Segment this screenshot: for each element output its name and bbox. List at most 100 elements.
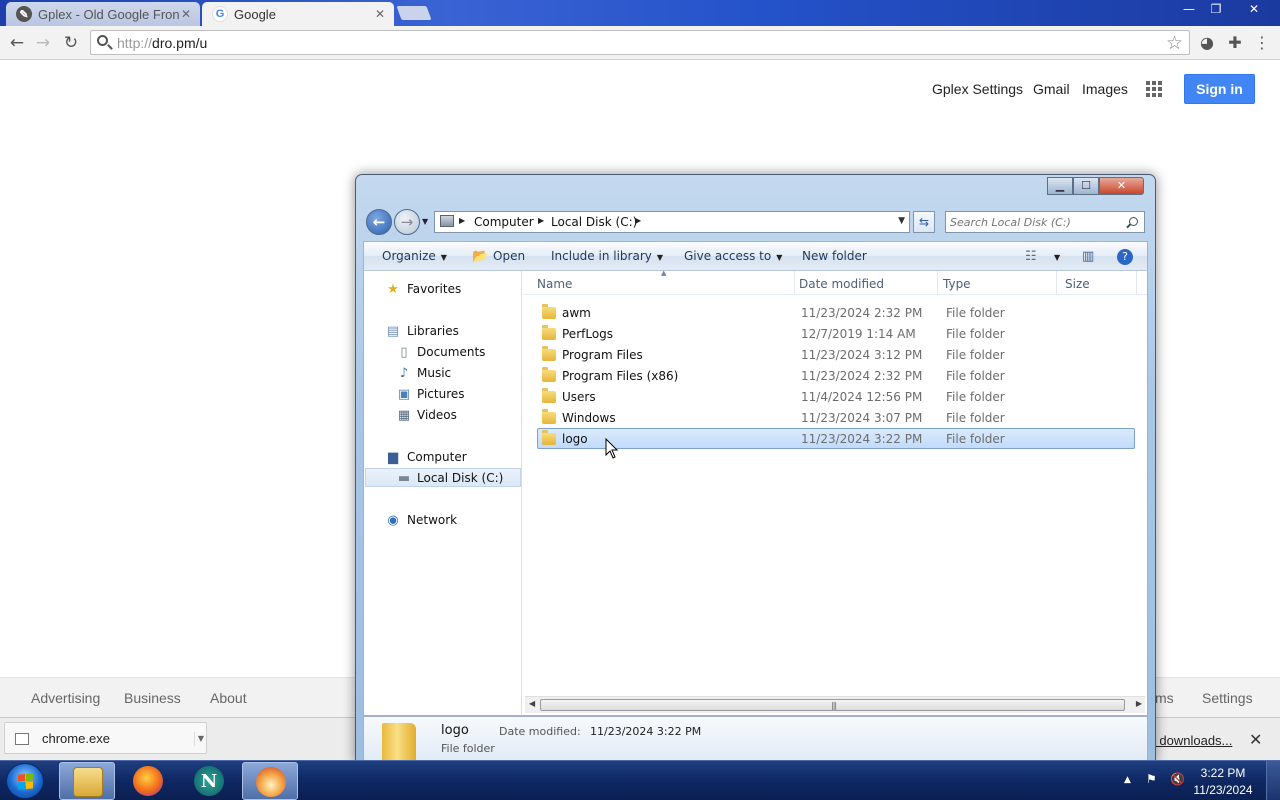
explorer-body: ★ Favorites ▤ Libraries ▯ Documents ♪ Mu… (363, 269, 1148, 716)
taskbar-firefox-button[interactable] (120, 762, 176, 800)
help-icon[interactable]: ? (1117, 249, 1133, 265)
horizontal-scrollbar[interactable]: ◀ ||| ▶ (525, 696, 1145, 713)
breadcrumb-local-disk[interactable]: Local Disk (C:) (551, 215, 637, 229)
explorer-window: ▁ ☐ ✕ ← → ▼ ▶ Computer ▶ Local Disk (C:)… (355, 174, 1156, 764)
apps-grid-icon[interactable] (1146, 81, 1162, 97)
nav-favorites[interactable]: ★ Favorites (365, 280, 521, 299)
give-access-to-button[interactable]: Give access to ▼ (684, 249, 782, 263)
start-button[interactable] (6, 763, 44, 799)
column-type[interactable]: Type (943, 277, 971, 291)
tab-gplex[interactable]: ✎ Gplex - Old Google Fronte ✕ (6, 2, 200, 26)
footer-business-link[interactable]: Business (124, 690, 181, 706)
folder-icon (542, 304, 556, 319)
column-name[interactable]: Name (537, 277, 572, 291)
reload-icon[interactable]: ↻ (60, 32, 82, 54)
chrome-toolbar: ← → ↻ http://dro.pm/u ☆ ◕ ✚ ⋮ (0, 26, 1280, 60)
file-row[interactable]: Program Files (x86) 11/23/2024 2:32 PM F… (538, 366, 1136, 387)
include-in-library-button[interactable]: Include in library ▼ (551, 249, 663, 263)
nav-music[interactable]: ♪ Music (365, 364, 521, 383)
extensions-puzzle-icon[interactable]: ✚ (1225, 33, 1245, 53)
breadcrumb-computer[interactable]: Computer (474, 215, 534, 229)
organize-button[interactable]: Organize ▼ (382, 249, 447, 263)
close-download-shelf-icon[interactable]: ✕ (1249, 730, 1262, 749)
chevron-down-icon[interactable]: ▼ (194, 732, 204, 746)
volume-muted-icon[interactable]: 🔇 (1170, 772, 1185, 786)
explorer-address-bar[interactable]: ▶ Computer ▶ Local Disk (C:) ▶ ▼ (434, 211, 910, 233)
file-row[interactable]: Users 11/4/2024 12:56 PM File folder (538, 387, 1136, 408)
bookmark-star-icon[interactable]: ☆ (1166, 32, 1183, 54)
open-button[interactable]: Open (493, 249, 525, 263)
forward-arrow-icon[interactable]: → (32, 32, 54, 54)
address-bar[interactable]: http://dro.pm/u ☆ (90, 30, 1190, 55)
explorer-search-box[interactable] (945, 211, 1145, 233)
sort-arrow-icon: ▲ (661, 269, 667, 277)
close-window-button[interactable]: ✕ (1240, 0, 1268, 18)
nav-libraries[interactable]: ▤ Libraries (365, 322, 521, 341)
extension-globe-icon[interactable]: ◕ (1197, 33, 1217, 53)
taskbar-explorer-button[interactable] (59, 762, 115, 800)
menu-icon[interactable]: ⋮ (1252, 33, 1272, 53)
file-row[interactable]: PerfLogs 12/7/2019 1:14 AM File folder (538, 324, 1136, 345)
network-icon: ◉ (387, 513, 399, 528)
recent-pages-chevron-icon[interactable]: ▼ (422, 217, 428, 226)
tab-close-icon[interactable]: ✕ (180, 7, 192, 21)
nav-pictures[interactable]: ▣ Pictures (365, 385, 521, 404)
file-row-selected[interactable]: logo 11/23/2024 3:22 PM File folder (537, 428, 1135, 449)
footer-advertising-link[interactable]: Advertising (31, 690, 100, 706)
view-options-icon[interactable]: ☷ (1025, 249, 1037, 264)
explorer-maximize-button[interactable]: ☐ (1073, 177, 1099, 195)
computer-icon: ▆ (388, 450, 398, 465)
footer-settings-link[interactable]: Settings (1202, 690, 1253, 706)
new-folder-button[interactable]: New folder (802, 249, 867, 263)
column-date-modified[interactable]: Date modified (799, 277, 884, 291)
minimize-button[interactable]: — (1175, 0, 1203, 18)
nav-documents[interactable]: ▯ Documents (365, 343, 521, 362)
nav-network[interactable]: ◉ Network (365, 511, 521, 530)
tab-close-icon[interactable]: ✕ (374, 7, 386, 21)
nav-local-disk[interactable]: ▬ Local Disk (C:) (365, 468, 521, 487)
pictures-icon: ▣ (397, 387, 411, 402)
show-hidden-icons-icon[interactable]: ▲ (1124, 775, 1131, 785)
footer-terms-link[interactable]: ms (1155, 690, 1174, 706)
explorer-minimize-button[interactable]: ▁ (1047, 177, 1073, 195)
clock-date[interactable]: 11/23/2024 (1188, 783, 1258, 797)
breadcrumb-arrow-icon[interactable]: ▶ (459, 216, 465, 225)
footer-about-link[interactable]: About (210, 690, 247, 706)
gplex-settings-link[interactable]: Gplex Settings (932, 81, 1023, 97)
forward-arrow-icon[interactable]: → (394, 209, 420, 235)
show-desktop-button[interactable] (1266, 761, 1280, 800)
new-tab-button[interactable] (396, 6, 432, 20)
taskbar-app-button[interactable] (242, 762, 298, 800)
breadcrumb-arrow-icon[interactable]: ▶ (635, 216, 641, 225)
file-row[interactable]: Windows 11/23/2024 3:07 PM File folder (538, 408, 1136, 429)
back-arrow-icon[interactable]: ← (6, 32, 28, 54)
clock-time[interactable]: 3:22 PM (1188, 766, 1258, 780)
preview-pane-icon[interactable]: ▥ (1082, 249, 1094, 264)
scroll-left-icon[interactable]: ◀ (529, 699, 535, 708)
refresh-icon[interactable]: ⇆ (913, 211, 935, 233)
gmail-link[interactable]: Gmail (1033, 81, 1070, 97)
file-row[interactable]: Program Files 11/23/2024 3:12 PM File fo… (538, 345, 1136, 366)
sign-in-button[interactable]: Sign in (1184, 74, 1255, 104)
tab-google[interactable]: G Google ✕ (202, 2, 394, 26)
nav-videos[interactable]: ▦ Videos (365, 406, 521, 425)
nav-computer[interactable]: ▆ Computer (365, 448, 521, 467)
taskbar-netscape-button[interactable]: N (181, 762, 237, 800)
restore-button[interactable]: ❐ (1202, 0, 1230, 18)
scrollbar-thumb[interactable]: ||| (540, 699, 1125, 711)
show-all-downloads-link[interactable]: ll downloads... (1150, 733, 1232, 748)
flame-app-icon (256, 767, 286, 797)
download-item[interactable]: chrome.exe ▼ (4, 722, 207, 754)
back-arrow-icon[interactable]: ← (366, 209, 392, 235)
view-dropdown-icon[interactable]: ▼ (1049, 249, 1060, 263)
file-row[interactable]: awm 11/23/2024 2:32 PM File folder (538, 303, 1136, 324)
windows-taskbar: N ▲ ⚑ 🔇 3:22 PM 11/23/2024 (0, 760, 1280, 800)
action-center-flag-icon[interactable]: ⚑ (1146, 772, 1157, 786)
address-dropdown-icon[interactable]: ▼ (898, 216, 905, 226)
images-link[interactable]: Images (1082, 81, 1128, 97)
column-size[interactable]: Size (1065, 277, 1090, 291)
scroll-right-icon[interactable]: ▶ (1136, 699, 1142, 708)
breadcrumb-arrow-icon[interactable]: ▶ (538, 216, 544, 225)
explorer-close-button[interactable]: ✕ (1099, 177, 1144, 195)
search-input[interactable] (950, 214, 1120, 230)
